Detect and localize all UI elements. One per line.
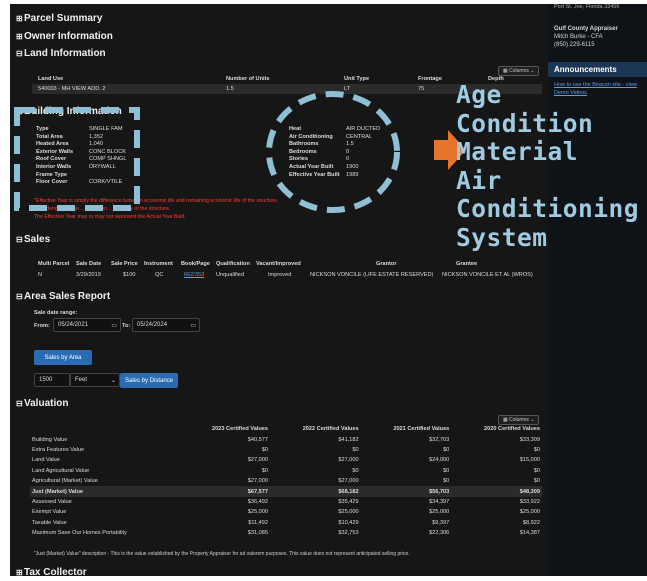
annotation-line: Material (456, 137, 579, 166)
dashed-highlight-box (14, 107, 140, 211)
annotation-line: System (456, 222, 548, 252)
annotation-line: Air (456, 165, 502, 195)
annotation-line: Age (456, 80, 502, 109)
annotation-overlay (14, 91, 466, 213)
annotation-line: Conditioning (456, 194, 640, 223)
dashed-highlight-ellipse (266, 91, 400, 213)
annotation-line: Condition (456, 108, 594, 138)
